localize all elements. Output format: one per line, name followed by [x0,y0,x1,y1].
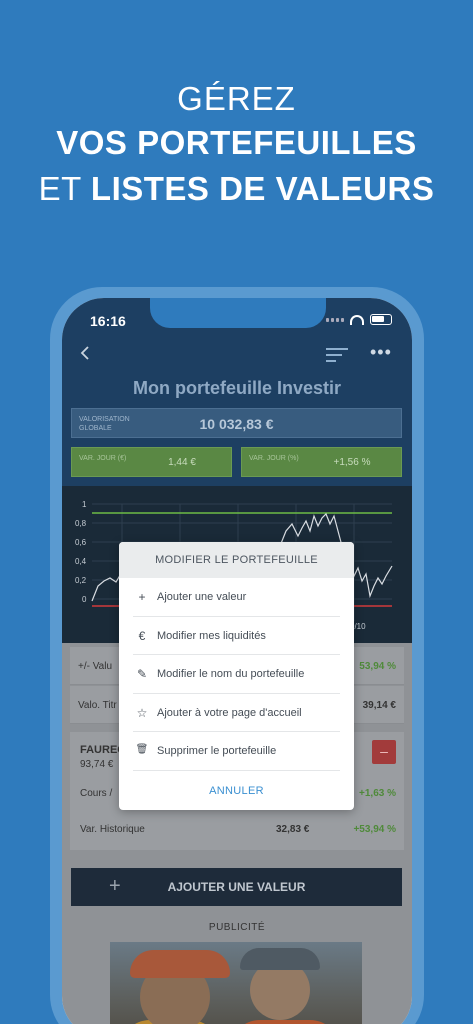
status-icons [326,314,392,325]
headline-line-3-prefix: ET [38,170,82,207]
trash-icon: 🗑 [135,744,149,755]
menu-item-add-value[interactable]: + Ajouter une valeur [133,578,340,617]
star-icon: ☆ [136,705,148,720]
row-value: 53,94 % [359,661,396,672]
euro-icon: € [138,628,146,643]
ad-image[interactable] [110,942,362,1024]
row-label: +/- Valu [78,661,112,672]
add-value-label: AJOUTER UNE VALEUR [167,880,306,894]
hist-pct: +53,94 % [353,824,396,835]
var-jour-eur-box: VAR. JOUR (€) 1,44 € [71,447,232,477]
var-jour-pct-box: VAR. JOUR (%) +1,56 % [241,447,402,477]
plus-icon: + [138,590,146,604]
menu-item-delete-portfolio[interactable]: 🗑 Supprimer le portefeuille [133,732,340,771]
hist-label: Var. Historique [80,824,145,835]
phone-screen: 16:16 ••• Mon portefeuille Investir VALO… [62,298,412,1024]
phone-notch [150,298,326,328]
row-value: 39,14 € [362,700,396,711]
headline-line-1: GÉREZ [177,80,296,117]
var-jour-eur-value: 1,44 € [168,457,196,468]
y-tick-0-8: 0,8 [75,519,87,528]
more-options-icon[interactable]: ••• [370,343,392,361]
y-tick-1: 1 [82,500,87,509]
hist-value: 32,83 € [276,824,310,835]
portfolio-header: 16:16 ••• Mon portefeuille Investir VALO… [62,298,412,486]
modal-title: MODIFIER LE PORTEFEUILLE [119,542,354,578]
page-title: Mon portefeuille Investir [132,378,342,398]
cours-label: Cours / [80,788,113,799]
menu-item-label: Modifier le nom du portefeuille [157,668,305,680]
wifi-icon [350,314,364,325]
cours-pct: +1,63 % [359,788,396,799]
menu-item-label: Supprimer le portefeuille [157,745,277,757]
status-time: 16:16 [90,313,126,329]
menu-item-label: Ajouter à votre page d'accueil [157,706,302,719]
menu-item-label: Modifier mes liquidités [157,629,266,642]
y-tick-0-2: 0,2 [75,576,87,585]
row-label: Valo. Titr [78,700,117,711]
menu-item-edit-liquidity[interactable]: € Modifier mes liquidités [133,617,340,655]
holding-price: 93,74 € [80,759,114,770]
headline-line-2: VOS PORTEFEUILLES [56,124,417,161]
menu-item-label: Ajouter une valeur [157,591,247,603]
battery-icon [370,314,392,325]
headline-line-3-bold: LISTES DE VALEURS [90,170,435,207]
delete-holding-button[interactable]: – [372,740,396,764]
y-tick-0-4: 0,4 [75,557,87,566]
headline-line-3: ET LISTES DE VALEURS [0,166,473,212]
var-jour-eur-label: VAR. JOUR (€) [79,455,127,462]
y-tick-0-6: 0,6 [75,538,87,547]
pencil-icon: ✎ [136,667,148,681]
menu-item-add-to-home[interactable]: ☆ Ajouter à votre page d'accueil [133,694,340,732]
valorisation-box: VALORISATION GLOBALE 10 032,83 € [71,408,402,438]
sort-icon[interactable] [326,348,348,362]
valorisation-value: 10 032,83 € [199,416,274,432]
menu-item-rename-portfolio[interactable]: ✎ Modifier le nom du portefeuille [133,655,340,694]
back-icon[interactable] [78,346,92,360]
var-jour-pct-label: VAR. JOUR (%) [249,455,299,462]
signal-icon [326,317,344,322]
y-tick-0: 0 [82,595,87,604]
edit-portfolio-modal: MODIFIER LE PORTEFEUILLE + Ajouter une v… [119,542,354,810]
ad-label: PUBLICITÉ [208,922,266,933]
var-jour-pct-value: +1,56 % [333,457,371,468]
promo-headline: GÉREZ VOS PORTEFEUILLES ET LISTES DE VAL… [0,78,473,212]
cancel-button[interactable]: ANNULER [119,773,354,810]
add-value-button[interactable]: + AJOUTER UNE VALEUR [71,868,402,906]
